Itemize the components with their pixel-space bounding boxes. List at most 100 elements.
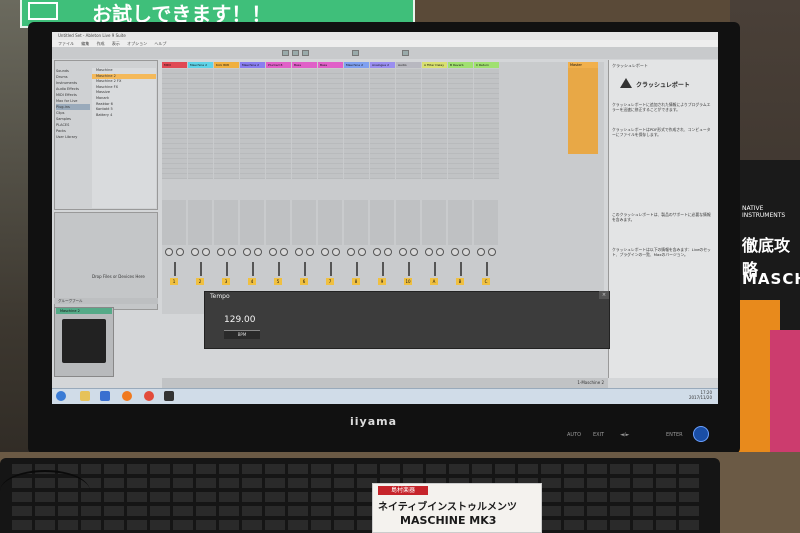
monitor-arrows-button[interactable]: ◄/► bbox=[620, 432, 629, 438]
send-knob[interactable] bbox=[425, 248, 433, 256]
track-activator-button[interactable]: 3 bbox=[222, 278, 230, 285]
track-io-section[interactable] bbox=[422, 200, 446, 245]
track-io-section[interactable] bbox=[214, 200, 238, 245]
send-knob[interactable] bbox=[332, 248, 340, 256]
volume-fader[interactable] bbox=[434, 262, 436, 276]
clip-slot-column[interactable] bbox=[214, 69, 239, 179]
groove-pool[interactable]: グルーヴプール bbox=[54, 298, 158, 304]
monitor-auto-button[interactable]: AUTO bbox=[567, 432, 581, 438]
track-io-section[interactable] bbox=[370, 200, 394, 245]
monitor-exit-button[interactable]: EXIT bbox=[593, 432, 604, 438]
volume-fader[interactable] bbox=[200, 262, 202, 276]
track-header[interactable]: Audio bbox=[396, 62, 421, 68]
send-knob[interactable] bbox=[191, 248, 199, 256]
clip-slot-column[interactable] bbox=[344, 69, 369, 179]
power-icon[interactable] bbox=[693, 426, 709, 442]
send-knob[interactable] bbox=[254, 248, 262, 256]
track-activator-button[interactable]: 8 bbox=[352, 278, 360, 285]
volume-fader[interactable] bbox=[382, 262, 384, 276]
browser-item[interactable]: Battery 4 bbox=[92, 113, 156, 119]
clip-slot-column[interactable] bbox=[370, 69, 395, 179]
track-io-section[interactable] bbox=[188, 200, 212, 245]
send-knob[interactable] bbox=[451, 248, 459, 256]
track-io-section[interactable] bbox=[474, 200, 498, 245]
close-icon[interactable]: × bbox=[599, 291, 609, 299]
track-activator-button[interactable]: 1 bbox=[170, 278, 178, 285]
clip-slot-column[interactable] bbox=[240, 69, 265, 179]
track-header[interactable]: Maschine 2 bbox=[188, 62, 213, 68]
volume-fader[interactable] bbox=[174, 262, 176, 276]
track-io-section[interactable] bbox=[240, 200, 264, 245]
volume-fader[interactable] bbox=[330, 262, 332, 276]
master-track-header[interactable]: Master bbox=[568, 62, 598, 68]
clip-slot-column[interactable] bbox=[266, 69, 291, 179]
explorer-icon[interactable] bbox=[100, 391, 110, 401]
metronome-icon[interactable] bbox=[402, 50, 409, 56]
track-io-section[interactable] bbox=[266, 200, 290, 245]
volume-fader[interactable] bbox=[486, 262, 488, 276]
track-activator-button[interactable]: 9 bbox=[378, 278, 386, 285]
track-io-section[interactable] bbox=[396, 200, 420, 245]
menu-file[interactable]: ファイル bbox=[58, 41, 74, 46]
track-header[interactable]: Bass bbox=[292, 62, 317, 68]
track-io-section[interactable] bbox=[292, 200, 316, 245]
send-knob[interactable] bbox=[202, 248, 210, 256]
volume-fader[interactable] bbox=[226, 262, 228, 276]
send-knob[interactable] bbox=[358, 248, 366, 256]
send-knob[interactable] bbox=[243, 248, 251, 256]
send-knob[interactable] bbox=[373, 248, 381, 256]
track-header[interactable]: C Return bbox=[474, 62, 499, 68]
clip-slot-column[interactable] bbox=[448, 69, 473, 179]
track-activator-button[interactable]: 2 bbox=[196, 278, 204, 285]
track-activator-button[interactable]: 4 bbox=[248, 278, 256, 285]
track-activator-button[interactable]: 10 bbox=[404, 278, 412, 285]
track-activator-button[interactable]: 7 bbox=[326, 278, 334, 285]
device-plugin-display[interactable] bbox=[62, 319, 106, 363]
monitor-enter-button[interactable]: ENTER bbox=[666, 432, 683, 438]
send-knob[interactable] bbox=[347, 248, 355, 256]
send-knob[interactable] bbox=[462, 248, 470, 256]
volume-fader[interactable] bbox=[252, 262, 254, 276]
send-knob[interactable] bbox=[321, 248, 329, 256]
track-header[interactable]: MIDI bbox=[162, 62, 187, 68]
clip-slot-column[interactable] bbox=[188, 69, 213, 179]
send-knob[interactable] bbox=[399, 248, 407, 256]
send-knob[interactable] bbox=[488, 248, 496, 256]
menu-edit[interactable]: 編集 bbox=[81, 41, 89, 46]
tempo-value[interactable]: 129.00 bbox=[224, 315, 256, 325]
clip-slot-column[interactable] bbox=[162, 69, 187, 179]
track-header[interactable]: Kick 808 bbox=[214, 62, 239, 68]
media-player-icon[interactable] bbox=[122, 391, 132, 401]
send-knob[interactable] bbox=[295, 248, 303, 256]
track-header[interactable]: Maschine 2 bbox=[344, 62, 369, 68]
device-title[interactable]: Maschine 2 bbox=[56, 308, 112, 314]
volume-fader[interactable] bbox=[460, 262, 462, 276]
clip-slot-column[interactable] bbox=[474, 69, 499, 179]
record-icon[interactable] bbox=[302, 50, 309, 56]
volume-fader[interactable] bbox=[408, 262, 410, 276]
clip-slot-column[interactable] bbox=[318, 69, 343, 179]
track-header[interactable]: Plucked 8 bbox=[266, 62, 291, 68]
volume-fader[interactable] bbox=[304, 262, 306, 276]
track-io-section[interactable] bbox=[344, 200, 368, 245]
clip-slot-column[interactable] bbox=[396, 69, 421, 179]
send-knob[interactable] bbox=[176, 248, 184, 256]
track-header[interactable]: A Filter Delay bbox=[422, 62, 447, 68]
menu-view[interactable]: 表示 bbox=[112, 41, 120, 46]
send-knob[interactable] bbox=[477, 248, 485, 256]
send-knob[interactable] bbox=[384, 248, 392, 256]
drop-area[interactable] bbox=[54, 212, 158, 310]
send-knob[interactable] bbox=[436, 248, 444, 256]
send-knob[interactable] bbox=[306, 248, 314, 256]
menu-help[interactable]: ヘルプ bbox=[154, 41, 166, 46]
track-header[interactable]: Bass bbox=[318, 62, 343, 68]
track-activator-button[interactable]: B bbox=[456, 278, 464, 285]
loop-icon[interactable] bbox=[352, 50, 359, 56]
volume-fader[interactable] bbox=[278, 262, 280, 276]
play-icon[interactable] bbox=[282, 50, 289, 56]
track-activator-button[interactable]: 5 bbox=[274, 278, 282, 285]
send-knob[interactable] bbox=[269, 248, 277, 256]
send-knob[interactable] bbox=[165, 248, 173, 256]
stop-icon[interactable] bbox=[292, 50, 299, 56]
browser-category[interactable]: User Library bbox=[56, 134, 90, 140]
